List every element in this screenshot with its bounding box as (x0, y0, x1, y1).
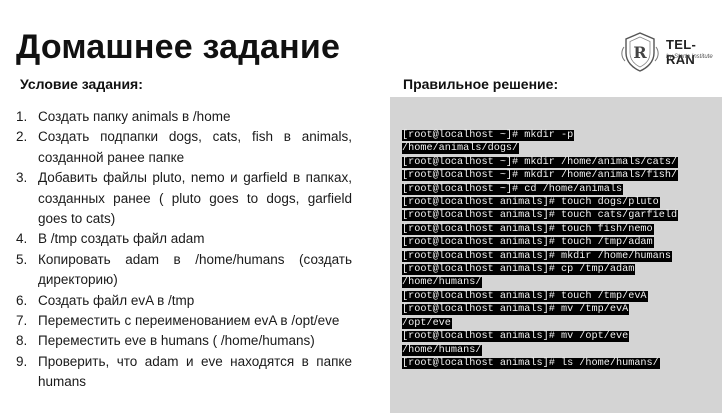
solution-heading: Правильное решение: (403, 76, 559, 92)
list-item: 2. Создать подпапки dogs, cats, fish в an… (16, 129, 352, 165)
terminal-line: [root@localhost animals]# touch /tmp/evA (402, 290, 648, 302)
logo-name: TEL-RAN (666, 37, 697, 67)
terminal-line: [root@localhost animals]# touch fish/nem… (402, 223, 654, 235)
terminal-line: [root@localhost animals]# mkdir /home/hu… (402, 250, 672, 262)
terminal-line: [root@localhost ~]# mkdir -p (402, 130, 575, 141)
terminal-line: [root@localhost animals]# cp /tmp/adam (402, 264, 636, 276)
terminal-line: [root@localhost animals]# touch dogs/plu… (402, 197, 660, 209)
svg-text:R: R (633, 43, 647, 62)
terminal-line: /home/humans/ (402, 277, 483, 289)
crest-icon: R (621, 32, 659, 72)
condition-heading: Условие задания: (20, 76, 143, 92)
list-item: 9. Проверить, что adam и eve находятся в … (16, 353, 352, 390)
logo-subtitle: by Starta Institute (666, 54, 713, 60)
terminal-line: [root@localhost animals]# touch cats/gar… (402, 210, 679, 222)
terminal-line: [root@localhost animals]# mv /opt/eve (402, 331, 630, 343)
list-item: 8. Переместить eve в humans ( /home/human… (16, 333, 315, 349)
list-item: 5. Копировать adam в /home/humans (создат… (16, 251, 352, 288)
list-item: 6. Создать файл evA в /tmp (16, 292, 195, 308)
list-item: 7. Переместить с переименованием evA в /o… (16, 313, 340, 329)
terminal-line: [root@localhost ~]# mkdir /home/animals/… (402, 156, 679, 168)
terminal-line: [root@localhost ~]# mkdir /home/animals/… (402, 170, 679, 182)
list-item: 4. В /tmp создать файл adam (16, 231, 205, 247)
terminal-output: [root@localhost ~]# mkdir -p /home/anima… (402, 129, 679, 370)
telran-logo: R TEL-RAN by Starta Institute (620, 29, 720, 73)
list-item: 3. Добавить файлы pluto, nemo и garfield … (16, 170, 352, 227)
terminal-line: [root@localhost ~]# cd /home/animals (402, 183, 624, 195)
page-title: Домашнее задание (16, 28, 341, 66)
list-item: 1. Создать папку animals в /home (16, 109, 231, 124)
task-list: 1. Создать папку animals в /home 2. Создат… (16, 107, 352, 393)
terminal-line: /home/animals/dogs/ (402, 143, 520, 155)
terminal-line: [root@localhost animals]# ls /home/human… (402, 357, 660, 369)
terminal-line: [root@localhost animals]# touch /tmp/ada… (402, 237, 654, 249)
terminal-line: [root@localhost animals]# mv /tmp/evA (402, 304, 630, 316)
terminal-line: /home/humans/ (402, 344, 483, 356)
terminal-line: /opt/eve (402, 317, 452, 329)
